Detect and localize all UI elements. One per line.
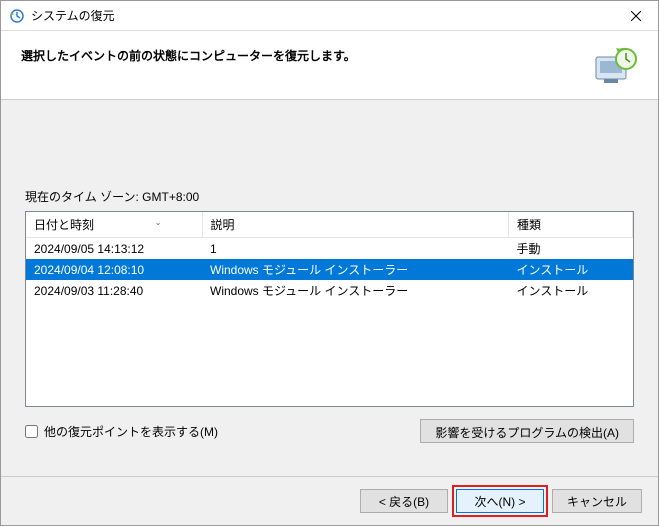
show-more-checkbox-wrap[interactable]: 他の復元ポイントを表示する(M) bbox=[25, 423, 412, 440]
cell-date: 2024/09/04 12:08:10 bbox=[26, 259, 202, 280]
cancel-button[interactable]: キャンセル bbox=[552, 489, 642, 513]
cell-type: インストール bbox=[509, 280, 633, 301]
timezone-label: 現在のタイム ゾーン: GMT+8:00 bbox=[25, 188, 634, 205]
cell-date: 2024/09/03 11:28:40 bbox=[26, 280, 202, 301]
next-button[interactable]: 次へ(N) > bbox=[456, 489, 544, 513]
content-area: 現在のタイム ゾーン: GMT+8:00 日付と時刻 ⌄ 説明 種類 2024/… bbox=[1, 100, 658, 476]
cell-type: インストール bbox=[509, 259, 633, 280]
column-header-type[interactable]: 種類 bbox=[509, 212, 633, 238]
cell-date: 2024/09/05 14:13:12 bbox=[26, 238, 202, 260]
table-header-row: 日付と時刻 ⌄ 説明 種類 bbox=[26, 212, 633, 238]
restore-icon bbox=[9, 8, 25, 24]
system-restore-hero-icon bbox=[590, 45, 638, 85]
titlebar: システムの復元 bbox=[1, 1, 658, 31]
show-more-label: 他の復元ポイントを表示する(M) bbox=[44, 423, 218, 440]
back-button[interactable]: < 戻る(B) bbox=[360, 489, 448, 513]
table-row[interactable]: 2024/09/03 11:28:40Windows モジュール インストーラー… bbox=[26, 280, 633, 301]
cell-desc: Windows モジュール インストーラー bbox=[202, 280, 509, 301]
bottom-controls: 他の復元ポイントを表示する(M) 影響を受けるプログラムの検出(A) bbox=[25, 419, 634, 443]
table-row[interactable]: 2024/09/04 12:08:10Windows モジュール インストーラー… bbox=[26, 259, 633, 280]
headline: 選択したイベントの前の状態にコンピューターを復元します。 bbox=[21, 45, 578, 64]
window-title: システムの復元 bbox=[31, 7, 613, 24]
restore-points-table[interactable]: 日付と時刻 ⌄ 説明 種類 2024/09/05 14:13:121手動2024… bbox=[25, 211, 634, 407]
table-row[interactable]: 2024/09/05 14:13:121手動 bbox=[26, 238, 633, 260]
show-more-checkbox[interactable] bbox=[25, 425, 38, 438]
close-button[interactable] bbox=[613, 1, 658, 31]
cell-desc: Windows モジュール インストーラー bbox=[202, 259, 509, 280]
cell-desc: 1 bbox=[202, 238, 509, 260]
cell-type: 手動 bbox=[509, 238, 633, 260]
header: 選択したイベントの前の状態にコンピューターを復元します。 bbox=[1, 31, 658, 100]
column-header-desc[interactable]: 説明 bbox=[202, 212, 509, 238]
sort-indicator-icon: ⌄ bbox=[155, 218, 162, 227]
column-header-date[interactable]: 日付と時刻 ⌄ bbox=[26, 212, 202, 238]
footer: < 戻る(B) 次へ(N) > キャンセル bbox=[1, 476, 658, 525]
scan-affected-button[interactable]: 影響を受けるプログラムの検出(A) bbox=[420, 419, 634, 443]
